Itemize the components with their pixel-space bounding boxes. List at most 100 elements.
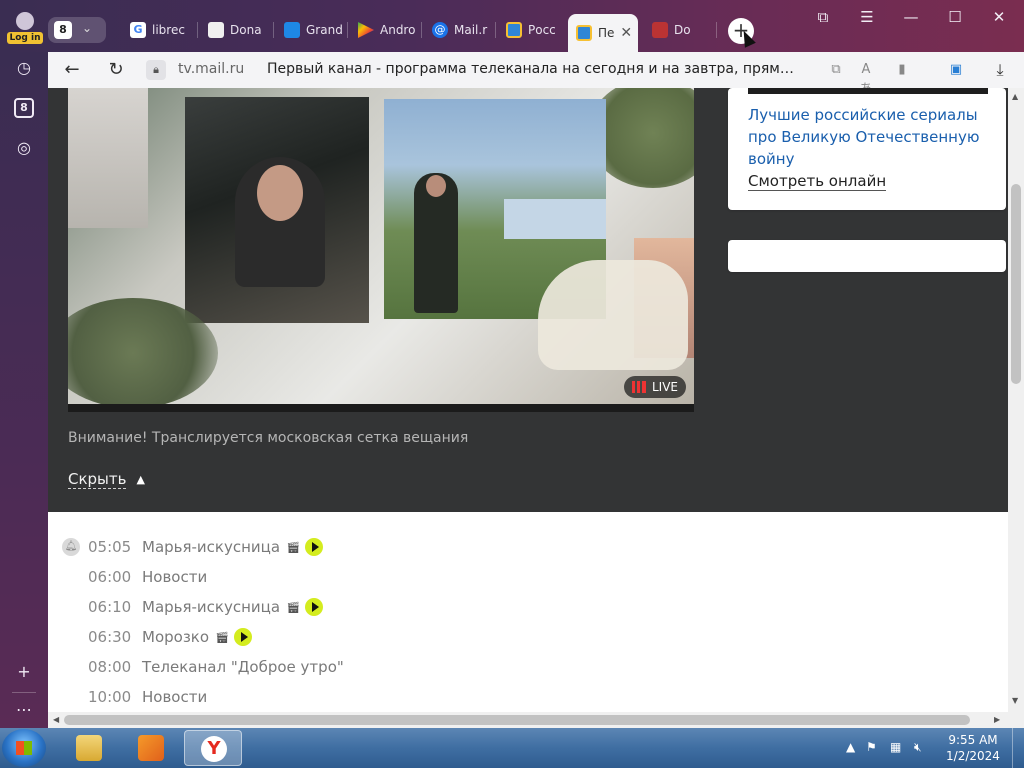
hide-player-button[interactable]: Скрыть ▲: [68, 470, 145, 489]
film-icon: 🎬︎: [215, 630, 229, 644]
play-icon[interactable]: [305, 538, 324, 556]
taskbar-media-player[interactable]: [122, 730, 180, 766]
scroll-down-icon[interactable]: ▼: [1012, 696, 1018, 705]
schedule-row[interactable]: 10:00 Новости: [48, 682, 648, 712]
system-clock[interactable]: 9:55 AM 1/2/2024: [946, 732, 1000, 764]
lock-icon[interactable]: 🔒︎: [146, 60, 166, 80]
show-desktop-button[interactable]: [1012, 728, 1024, 768]
schedule-row[interactable]: 08:00 Телеканал "Доброе утро": [48, 652, 648, 682]
watch-online-link[interactable]: Смотреть онлайн: [748, 172, 887, 191]
extension-icon[interactable]: ▣: [946, 60, 966, 80]
scrollbar-thumb[interactable]: [64, 715, 970, 725]
tab-mail[interactable]: @ Mail.r: [424, 14, 494, 46]
tab-count: 8: [54, 21, 72, 39]
promo-card: Лучшие российские сериалы про Великую От…: [728, 88, 1006, 210]
taskbar-explorer[interactable]: [60, 730, 118, 766]
scrollbar-corner: [1008, 712, 1024, 728]
folder-icon: [76, 735, 102, 761]
program-title[interactable]: Телеканал "Доброе утро": [142, 658, 344, 676]
tab-librec[interactable]: G librec: [122, 14, 196, 46]
document-icon: [208, 22, 224, 38]
reminder-bell-icon[interactable]: 🔔︎: [62, 538, 80, 556]
add-panel-icon[interactable]: +: [12, 660, 36, 684]
start-button[interactable]: [2, 729, 46, 767]
tab-label: Dona: [230, 23, 262, 37]
profile-button[interactable]: Log in: [6, 8, 44, 44]
schedule-row[interactable]: 06:00 Новости: [48, 562, 648, 592]
video-player[interactable]: LIVE: [68, 88, 694, 412]
volume-muted-icon[interactable]: 🔇︎: [914, 740, 922, 755]
close-tab-icon[interactable]: ✕: [620, 25, 632, 41]
fisherman-image: [414, 173, 458, 313]
bookmark-icon[interactable]: ▮: [892, 60, 912, 80]
network-icon[interactable]: ▦: [890, 740, 901, 754]
promo-link[interactable]: Лучшие российские сериалы про Великую От…: [748, 104, 988, 170]
schedule-row[interactable]: 06:10 Марья-искусница 🎬︎: [48, 592, 648, 622]
play-icon[interactable]: [234, 628, 252, 646]
tab-pervy-kanal-active[interactable]: Пе ✕: [568, 14, 638, 52]
scroll-left-icon[interactable]: ◀: [53, 715, 59, 724]
tab-label: Пе: [598, 26, 615, 40]
download-icon[interactable]: ⤓: [990, 60, 1010, 80]
scroll-right-icon[interactable]: ▶: [994, 715, 1000, 724]
screenshot-icon[interactable]: ◎: [12, 136, 36, 160]
program-title[interactable]: Марья-искусница 🎬︎: [142, 598, 324, 616]
menu-icon[interactable]: ☰: [852, 8, 882, 26]
program-title[interactable]: Новости: [142, 568, 207, 586]
history-icon[interactable]: ◷: [12, 56, 36, 80]
tab-ross[interactable]: Росс: [498, 14, 566, 46]
login-badge[interactable]: Log in: [7, 32, 43, 44]
tab-grand[interactable]: Grand: [276, 14, 346, 46]
broadcast-notice: Внимание! Транслируется московская сетка…: [68, 430, 469, 446]
tab-dona[interactable]: Dona: [200, 14, 272, 46]
maximize-icon[interactable]: ☐: [940, 8, 970, 26]
collage-photo: [68, 88, 148, 228]
minimize-icon[interactable]: —: [896, 8, 926, 26]
address-bar: ← ↻ 🔒︎ tv.mail.ru Первый канал - програм…: [48, 52, 1024, 97]
program-time: 06:10: [88, 598, 132, 616]
translate-icon[interactable]: Aあ: [856, 60, 876, 97]
man-in-car-image: [235, 157, 325, 287]
taskbar-yandex-browser[interactable]: Y: [184, 730, 242, 766]
play-store-icon: [358, 22, 374, 38]
close-icon[interactable]: ✕: [984, 8, 1014, 26]
triangle-up-icon: ▲: [136, 473, 145, 486]
page-title[interactable]: Первый канал - программа телеканала на с…: [267, 61, 807, 77]
tray-expand-icon[interactable]: ▲: [846, 740, 855, 754]
film-icon: 🎬︎: [286, 600, 301, 614]
user-avatar-icon: [16, 12, 34, 30]
program-title[interactable]: Новости: [142, 688, 207, 706]
tab-label: Do: [674, 23, 691, 37]
play-icon[interactable]: [305, 598, 324, 616]
tab-label: Росс: [528, 23, 556, 37]
program-title[interactable]: Морозко 🎬︎: [142, 628, 252, 646]
bookmarks-icon[interactable]: ⧉: [808, 8, 838, 26]
tab-counter-button[interactable]: 8 ⌄: [48, 17, 106, 43]
scroll-up-icon[interactable]: ▲: [1012, 92, 1018, 101]
program-title[interactable]: Марья-искусница 🎬︎: [142, 538, 324, 556]
reload-icon[interactable]: ↻: [104, 58, 128, 82]
reader-icon[interactable]: ⧉: [826, 60, 846, 80]
tab-do[interactable]: Do: [644, 14, 714, 46]
video-progress-bar[interactable]: [68, 404, 694, 412]
more-icon[interactable]: ⋯: [12, 698, 36, 722]
schedule-row[interactable]: 06:30 Морозко 🎬︎: [48, 622, 648, 652]
tab-andro[interactable]: Andro: [350, 14, 420, 46]
scrollbar-thumb[interactable]: [1011, 184, 1021, 384]
back-icon[interactable]: ←: [60, 58, 84, 82]
tray-flag-icon[interactable]: ⚑: [866, 740, 877, 754]
horizontal-scrollbar[interactable]: ◀ ▶: [48, 712, 1008, 728]
tab-badge-icon[interactable]: 8: [14, 98, 34, 118]
media-player-icon: [138, 735, 164, 761]
tv-icon: [506, 22, 522, 38]
schedule-row[interactable]: 🔔︎ 05:05 Марья-искусница 🎬︎: [48, 532, 648, 562]
tab-label: Andro: [380, 23, 416, 37]
live-signal-icon: [632, 381, 646, 393]
lake-image: [504, 199, 606, 239]
ad-card: [728, 240, 1006, 272]
program-title-text: Новости: [142, 568, 208, 586]
url-domain[interactable]: tv.mail.ru: [178, 61, 244, 77]
vertical-scrollbar[interactable]: ▲ ▼: [1008, 88, 1024, 712]
hide-label: Скрыть: [68, 470, 127, 489]
program-time: 05:05: [88, 538, 132, 556]
